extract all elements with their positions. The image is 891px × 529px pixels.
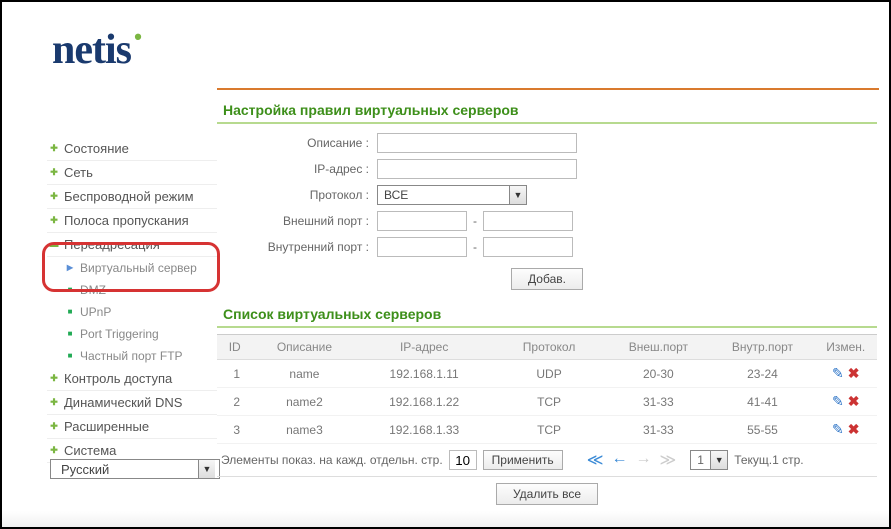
protocol-select[interactable]: ВСЕ ▼	[377, 185, 527, 205]
sidebar-item-advanced[interactable]: ✚Расширенные	[47, 415, 217, 439]
virtual-servers-table: ID Описание IP-адрес Протокол Внеш.порт …	[217, 334, 877, 444]
delete-icon[interactable]: ✖	[848, 393, 860, 409]
apply-button[interactable]: Применить	[483, 450, 563, 470]
table-row: 3name3192.168.1.33TCP31-3355-55 ✎✖	[217, 416, 877, 444]
sidebar: ✚Состояние ✚Сеть ✚Беспроводной режим ✚По…	[47, 137, 217, 463]
chevron-down-icon: ▼	[710, 451, 727, 469]
label-int-port: Внутренний порт :	[217, 240, 377, 254]
sidebar-item-dmz[interactable]: ■DMZ	[47, 279, 217, 301]
pager: Элементы показ. на кажд. отдельн. стр. П…	[217, 444, 877, 476]
plus-icon: ✚	[49, 168, 59, 178]
sidebar-item-virtual-server[interactable]: ▶Виртуальный сервер	[47, 257, 217, 279]
edit-icon[interactable]: ✎	[832, 421, 844, 437]
plus-icon: ✚	[49, 216, 59, 226]
page-select[interactable]: 1 ▼	[690, 450, 728, 470]
delete-icon[interactable]: ✖	[848, 365, 860, 381]
delete-icon[interactable]: ✖	[848, 421, 860, 437]
description-input[interactable]	[377, 133, 577, 153]
int-port-from-input[interactable]	[377, 237, 467, 257]
stop-icon: ■	[65, 285, 75, 295]
current-page-label: Текущ.1 стр.	[734, 453, 803, 467]
label-protocol: Протокол :	[217, 188, 377, 202]
th-ip: IP-адрес	[356, 335, 491, 360]
label-ext-port: Внешний порт :	[217, 214, 377, 228]
sidebar-item-access-control[interactable]: ✚Контроль доступа	[47, 367, 217, 391]
language-select[interactable]: Русский ▼	[50, 459, 220, 479]
chevron-down-icon: ▼	[509, 186, 526, 204]
prev-page-icon[interactable]: ←	[611, 450, 627, 470]
sidebar-item-network[interactable]: ✚Сеть	[47, 161, 217, 185]
label-description: Описание :	[217, 136, 377, 150]
delete-all-button[interactable]: Удалить все	[496, 483, 598, 505]
stop-icon: ■	[65, 329, 75, 339]
add-button[interactable]: Добав.	[511, 268, 583, 290]
first-page-icon[interactable]: ≪	[587, 450, 604, 470]
int-port-to-input[interactable]	[483, 237, 573, 257]
sidebar-item-ftp-port[interactable]: ■Частный порт FTP	[47, 345, 217, 367]
per-page-input[interactable]	[449, 450, 477, 470]
next-page-icon[interactable]: →	[635, 450, 651, 470]
plus-icon: ✚	[49, 144, 59, 154]
brand-logo: netis˙	[52, 26, 144, 74]
edit-icon[interactable]: ✎	[832, 393, 844, 409]
sidebar-item-upnp[interactable]: ■UPnP	[47, 301, 217, 323]
edit-icon[interactable]: ✎	[832, 365, 844, 381]
sidebar-item-bandwidth[interactable]: ✚Полоса пропускания	[47, 209, 217, 233]
sidebar-item-port-triggering[interactable]: ■Port Triggering	[47, 323, 217, 345]
table-row: 1name192.168.1.11UDP20-3023-24 ✎✖	[217, 360, 877, 388]
sidebar-item-ddns[interactable]: ✚Динамический DNS	[47, 391, 217, 415]
per-page-label: Элементы показ. на кажд. отдельн. стр.	[221, 453, 443, 467]
arrow-icon: ▶	[65, 263, 75, 273]
ip-input[interactable]	[377, 159, 577, 179]
plus-icon: ✚	[49, 422, 59, 432]
ext-port-from-input[interactable]	[377, 211, 467, 231]
plus-icon: ✚	[49, 398, 59, 408]
last-page-icon[interactable]: ≫	[659, 450, 676, 470]
plus-icon: ✚	[49, 446, 59, 456]
label-ip: IP-адрес :	[217, 162, 377, 176]
th-int: Внутр.порт	[710, 335, 814, 360]
sidebar-item-forwarding[interactable]: ▬Переадресация	[47, 233, 217, 257]
sidebar-item-status[interactable]: ✚Состояние	[47, 137, 217, 161]
plus-icon: ✚	[49, 192, 59, 202]
th-id: ID	[217, 335, 252, 360]
minus-icon: ▬	[49, 240, 59, 250]
section-title-list: Список виртуальных серверов	[217, 302, 877, 328]
th-desc: Описание	[252, 335, 356, 360]
section-title-settings: Настройка правил виртуальных серверов	[217, 98, 877, 124]
stop-icon: ■	[65, 351, 75, 361]
ext-port-to-input[interactable]	[483, 211, 573, 231]
dash-separator: -	[473, 240, 477, 254]
chevron-down-icon: ▼	[198, 460, 215, 478]
divider-top	[217, 88, 879, 90]
th-proto: Протокол	[492, 335, 607, 360]
plus-icon: ✚	[49, 374, 59, 384]
dash-separator: -	[473, 214, 477, 228]
th-ext: Внеш.порт	[606, 335, 710, 360]
stop-icon: ■	[65, 307, 75, 317]
sidebar-item-wireless[interactable]: ✚Беспроводной режим	[47, 185, 217, 209]
table-row: 2name2192.168.1.22TCP31-3341-41 ✎✖	[217, 388, 877, 416]
footer-shade	[2, 511, 889, 527]
th-mod: Измен.	[815, 335, 878, 360]
